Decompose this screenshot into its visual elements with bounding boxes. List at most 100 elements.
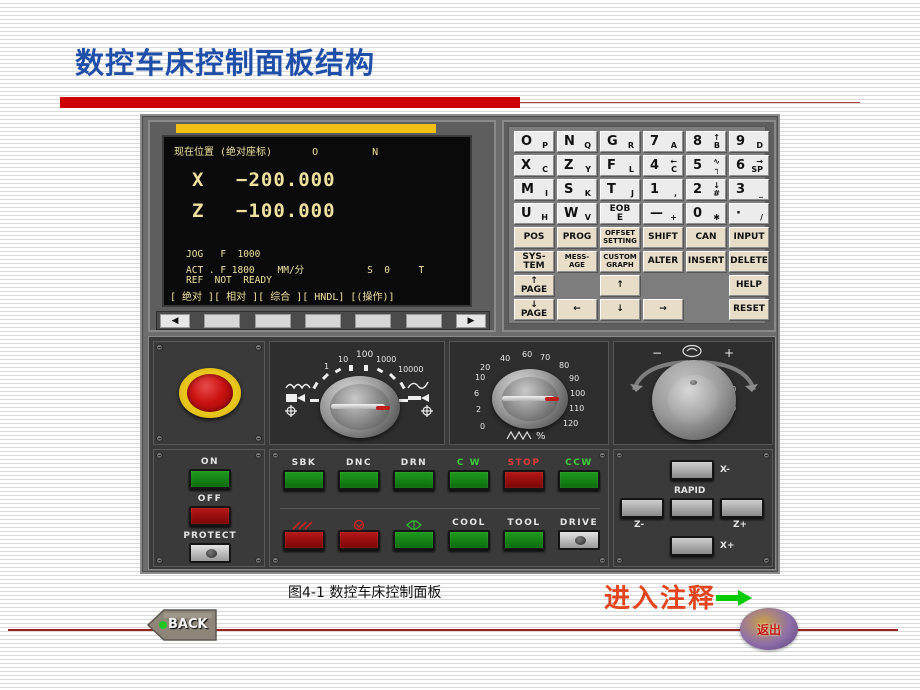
mdi-key-eob-e[interactable]: EOB E xyxy=(600,203,640,224)
return-logo-text: 返出 xyxy=(756,622,781,637)
mdi-key-can[interactable]: CAN xyxy=(686,227,726,248)
mdi-key-—[interactable]: — + xyxy=(643,203,683,224)
mdi-key-5[interactable]: 5 ┐ ∿ xyxy=(686,155,726,176)
note-link[interactable]: 进入注释 xyxy=(604,578,716,615)
handwheel-grip-dimple xyxy=(690,380,697,385)
power-off-button[interactable] xyxy=(189,506,231,526)
mdi-key-label: INPUT xyxy=(733,232,765,242)
power-on-button[interactable] xyxy=(189,469,231,489)
mdi-key-g[interactable]: GR xyxy=(600,131,640,152)
mdi-key-pos[interactable]: POS xyxy=(514,227,554,248)
button-label-ccw: CCW xyxy=(565,458,593,468)
jog-z-plus-button[interactable] xyxy=(720,498,764,518)
softkey-3[interactable] xyxy=(304,313,341,328)
emergency-stop-button[interactable] xyxy=(179,368,241,418)
mdi-key-prog[interactable]: PROG xyxy=(557,227,597,248)
mdi-key-0[interactable]: 0 ✱ xyxy=(686,203,726,224)
mdi-key-m[interactable]: MI xyxy=(514,179,554,200)
back-button[interactable]: BACK xyxy=(146,608,218,642)
softkey-4[interactable] xyxy=(355,313,392,328)
mdi-key-sub: / xyxy=(760,213,763,222)
softkey-prev[interactable]: ◀ xyxy=(160,313,190,328)
button-stop[interactable] xyxy=(503,470,545,490)
mdi-key-sys-tem[interactable]: SYS- TEM xyxy=(514,251,554,272)
mdi-key-t[interactable]: TJ xyxy=(600,179,640,200)
mdi-key-↓-page[interactable]: ↓ PAGE xyxy=(514,299,554,320)
mdi-key-input[interactable]: INPUT xyxy=(729,227,769,248)
axis-row-x: X −200.000 xyxy=(192,169,336,191)
jog-z-minus-button[interactable] xyxy=(620,498,664,518)
mdi-key-label: MESS- AGE xyxy=(564,253,590,269)
mdi-key-←[interactable]: ← xyxy=(557,299,597,320)
mdi-key-custom-graph[interactable]: CUSTOM GRAPH xyxy=(600,251,640,272)
mdi-key-z[interactable]: ZY xyxy=(557,155,597,176)
return-logo[interactable]: 返出 xyxy=(740,608,798,650)
mdi-key-alter[interactable]: ALTER xyxy=(643,251,683,272)
mdi-key-help[interactable]: HELP xyxy=(729,275,769,296)
feed-override-dial[interactable] xyxy=(492,369,568,429)
mdi-key-delete[interactable]: DELETE xyxy=(729,251,769,272)
mdi-key-↑-page[interactable]: ↑ PAGE xyxy=(514,275,554,296)
mdi-key-8[interactable]: 8 B ↑ xyxy=(686,131,726,152)
softkey-2[interactable] xyxy=(254,313,291,328)
button-cool[interactable] xyxy=(448,530,490,550)
jog-x-plus-button[interactable] xyxy=(670,536,714,556)
mode-buttons-section: SBK DNC DRN C W STOP CCW COOL TOOL DRIVE xyxy=(269,449,609,567)
mdi-key-reset[interactable]: RESET xyxy=(729,299,769,320)
feed-unit-percent: % xyxy=(536,431,546,442)
feed-tick-120: 120 xyxy=(563,419,579,428)
protect-keyswitch[interactable] xyxy=(189,543,231,563)
mdi-key-↓[interactable]: ↓ xyxy=(600,299,640,320)
button-cell-ccw: CCW xyxy=(553,458,605,490)
button-dnc[interactable] xyxy=(338,470,380,490)
rapid-button[interactable] xyxy=(670,498,714,518)
jog-tick-10: 10 xyxy=(338,355,349,364)
mdi-key-→[interactable]: → xyxy=(643,299,683,320)
button-stop-circle-icon[interactable] xyxy=(338,530,380,550)
mdi-key-insert[interactable]: INSERT xyxy=(686,251,726,272)
button-c-w[interactable] xyxy=(448,470,490,490)
mdi-key-n[interactable]: NQ xyxy=(557,131,597,152)
softkey-1[interactable] xyxy=(204,313,241,328)
mdi-key-offset-setting[interactable]: OFFSET SETTING xyxy=(600,227,640,248)
softkey-5[interactable] xyxy=(405,313,442,328)
figure-caption: 图4-1 数控车床控制面板 xyxy=(288,585,442,601)
button-drn[interactable] xyxy=(393,470,435,490)
jog-increment-dial[interactable] xyxy=(320,376,400,438)
screw-icon xyxy=(156,435,163,442)
keyswitch-drive[interactable] xyxy=(558,530,600,550)
continuous-jog-icon xyxy=(286,394,305,402)
mdi-key-s[interactable]: SK xyxy=(557,179,597,200)
button-tool[interactable] xyxy=(503,530,545,550)
softkey-next[interactable]: ▶ xyxy=(455,313,486,328)
mdi-key-↑[interactable]: ↑ xyxy=(600,275,640,296)
feed-dial-pointer-tip xyxy=(545,397,559,401)
mdi-key-mess-age[interactable]: MESS- AGE xyxy=(557,251,597,272)
jog-x-minus-button[interactable] xyxy=(670,460,714,480)
mdi-key-6[interactable]: 6 SP → xyxy=(729,155,769,176)
mdi-key-main: W xyxy=(564,206,579,221)
button-cycle-start-icon[interactable] xyxy=(393,530,435,550)
button-feed-hold-icon[interactable] xyxy=(283,530,325,550)
mdi-key-w[interactable]: WV xyxy=(557,203,597,224)
mdi-key-u[interactable]: UH xyxy=(514,203,554,224)
button-ccw[interactable] xyxy=(558,470,600,490)
handwheel-mpg[interactable] xyxy=(652,360,736,440)
feed-tick-70: 70 xyxy=(540,353,551,362)
mdi-key-f[interactable]: FL xyxy=(600,155,640,176)
mdi-key-label: DELETE xyxy=(730,256,768,266)
mdi-key-shift[interactable]: SHIFT xyxy=(643,227,683,248)
mdi-key-·[interactable]: · / xyxy=(729,203,769,224)
mdi-key-4[interactable]: 4 C ← xyxy=(643,155,683,176)
button-label-drn: DRN xyxy=(400,458,428,468)
mdi-key-sub: P xyxy=(542,141,548,150)
mdi-key-9[interactable]: 9D xyxy=(729,131,769,152)
mdi-key-7[interactable]: 7A xyxy=(643,131,683,152)
mdi-key-2[interactable]: 2 # ↓ xyxy=(686,179,726,200)
mdi-key-1[interactable]: 1, xyxy=(643,179,683,200)
mdi-key-x[interactable]: XC xyxy=(514,155,554,176)
jog-tick-10000: 10000 xyxy=(398,365,424,374)
mdi-key-o[interactable]: OP xyxy=(514,131,554,152)
mdi-key-3[interactable]: 3 _ xyxy=(729,179,769,200)
button-sbk[interactable] xyxy=(283,470,325,490)
